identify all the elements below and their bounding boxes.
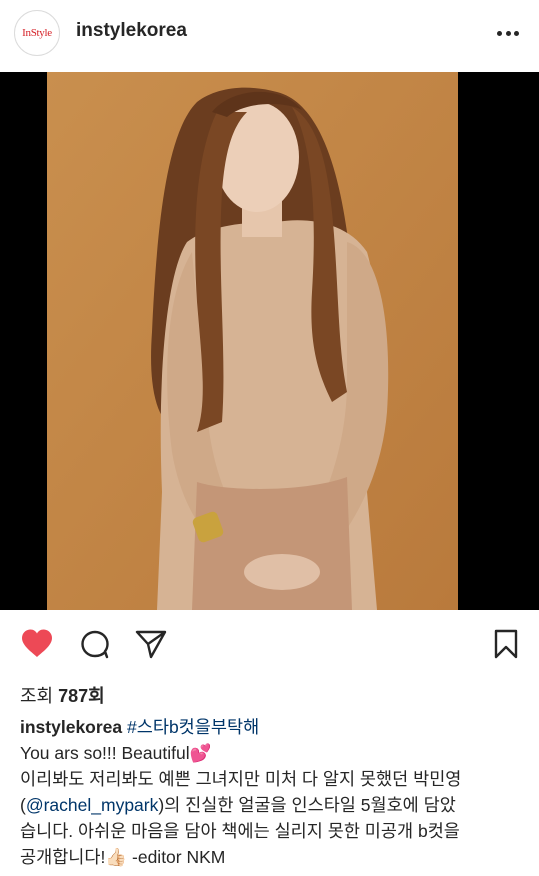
caption-line-3-rest: )의 진실한 얼굴을 인스타일 5월호에 담았 xyxy=(158,795,456,815)
caption-line-4: 습니다. 아쉬운 마음을 담아 책에는 실리지 못한 미공개 b컷을 xyxy=(20,821,460,841)
post-caption: instylekorea #스타b컷을부탁해 You ars so!!! Bea… xyxy=(20,714,525,870)
post-photo xyxy=(47,72,458,610)
mention-link[interactable]: @rachel_mypark xyxy=(26,795,159,815)
view-count: 조회 787회 xyxy=(20,682,105,708)
comment-icon[interactable] xyxy=(79,628,111,665)
views-label: 조회 xyxy=(20,686,54,706)
hashtag-link[interactable]: #스타b컷을부탁해 xyxy=(127,717,259,737)
heart-icon[interactable] xyxy=(20,628,54,663)
caption-username[interactable]: instylekorea xyxy=(20,717,122,737)
post-header: InStyle instylekorea xyxy=(0,0,539,66)
post-username[interactable]: instylekorea xyxy=(76,20,187,42)
views-number: 787회 xyxy=(58,686,105,706)
caption-line: instylekorea #스타b컷을부탁해 xyxy=(20,714,525,740)
caption-line-3: (@rachel_mypark)의 진실한 얼굴을 인스타일 5월호에 담았 xyxy=(20,792,525,818)
post-actions xyxy=(0,620,539,670)
caption-line-1: You ars so!!! Beautiful💕 xyxy=(20,743,212,763)
avatar-logo: InStyle xyxy=(22,27,52,39)
avatar[interactable]: InStyle xyxy=(14,10,60,56)
bookmark-icon[interactable] xyxy=(493,628,519,665)
caption-line-5: 공개합니다!👍🏻 -editor NKM xyxy=(20,847,226,867)
share-icon[interactable] xyxy=(134,628,168,665)
caption-line-2: 이리봐도 저리봐도 예쁜 그녀지만 미처 다 알지 못했던 박민영 xyxy=(20,769,462,789)
post-media[interactable] xyxy=(0,72,539,610)
more-options-icon[interactable] xyxy=(497,31,519,37)
